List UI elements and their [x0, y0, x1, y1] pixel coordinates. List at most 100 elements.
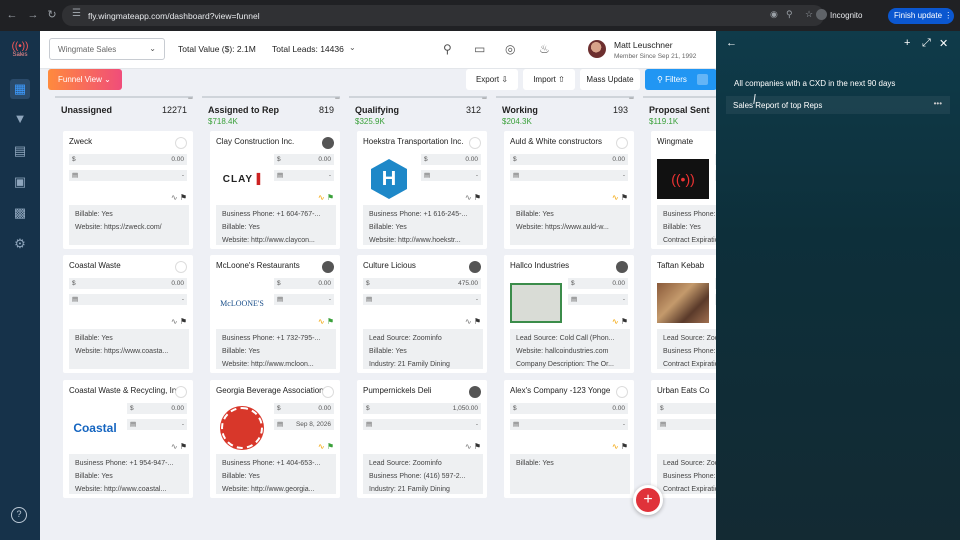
owner-avatar[interactable]: [469, 261, 481, 273]
lead-card[interactable]: Alex's Company -123 Yonge $0.00 ▤ - ∿ ⚑ Billa…: [504, 380, 634, 498]
more-options-icon[interactable]: •••: [934, 99, 942, 108]
lead-card[interactable]: Culture Licious $475.00 ▤ - ∿ ⚑ Lead Source: …: [357, 255, 487, 373]
activity-pulse-icon[interactable]: ∿: [612, 317, 619, 326]
export-button[interactable]: Export ⇩: [466, 69, 518, 90]
deal-value-field[interactable]: $0.00: [421, 154, 481, 165]
deal-value-field[interactable]: $: [657, 403, 716, 414]
saved-filter-item[interactable]: All companies with a CXD in the next 90 …: [734, 79, 895, 88]
deal-value-field[interactable]: $0.00: [69, 278, 187, 289]
lead-card[interactable]: Urban Eats Co$▤∿ ⚑Lead Source: ZocBusine…: [651, 380, 716, 498]
collapse-icon[interactable]: −: [188, 93, 193, 103]
close-date-field[interactable]: ▤: [657, 419, 716, 430]
bell-icon[interactable]: ♨: [539, 42, 550, 56]
close-date-field[interactable]: ▤ -: [69, 170, 187, 181]
flag-icon[interactable]: ⚑: [474, 317, 481, 326]
address-bar[interactable]: ☰ fly.wingmateapp.com/dashboard?view=fun…: [62, 5, 824, 26]
forward-icon[interactable]: →: [26, 8, 40, 22]
contacts-icon[interactable]: ▣: [10, 172, 30, 192]
activity-pulse-icon[interactable]: ∿: [465, 193, 472, 202]
pipeline-select[interactable]: Wingmate Sales ⌄: [49, 38, 165, 60]
flag-icon[interactable]: ⚑: [327, 442, 334, 451]
lead-card[interactable]: Auld & White constructors $0.00 ▤ - ∿ ⚑ Billa…: [504, 131, 634, 249]
import-button[interactable]: Import ⇧: [523, 69, 575, 90]
lead-card[interactable]: Zweck $0.00 ▤ - ∿ ⚑ Billable: Yes Website: htt…: [63, 131, 193, 249]
filters-button[interactable]: ⚲ Filters: [645, 69, 717, 90]
activity-pulse-icon[interactable]: ∿: [318, 193, 325, 202]
help-icon[interactable]: ?: [11, 507, 27, 523]
flag-icon[interactable]: ⚑: [621, 317, 628, 326]
unassigned-avatar-icon[interactable]: [322, 386, 334, 398]
trash-icon[interactable]: ▭: [474, 42, 485, 56]
close-date-field[interactable]: ▤ -: [363, 294, 481, 305]
target-icon[interactable]: ◎: [505, 42, 515, 56]
panel-expand-icon[interactable]: ⤢: [922, 37, 931, 50]
owner-avatar[interactable]: [322, 261, 334, 273]
sales-logo[interactable]: ((•)) Sales: [8, 41, 32, 63]
flag-icon[interactable]: ⚑: [621, 442, 628, 451]
close-date-field[interactable]: ▤ -: [363, 419, 481, 430]
filter-list-icon[interactable]: ▼: [10, 109, 30, 129]
panel-back-icon[interactable]: ←: [726, 37, 737, 49]
close-date-field[interactable]: ▤ -: [510, 170, 628, 181]
deal-value-field[interactable]: $0.00: [510, 403, 628, 414]
panel-add-icon[interactable]: +: [904, 37, 910, 49]
funnel-board-icon[interactable]: ▦: [10, 79, 30, 99]
activity-pulse-icon[interactable]: ∿: [612, 193, 619, 202]
flag-icon[interactable]: ⚑: [327, 317, 334, 326]
close-date-field[interactable]: ▤ -: [127, 419, 187, 430]
unassigned-avatar-icon[interactable]: [616, 137, 628, 149]
flag-icon[interactable]: ⚑: [474, 193, 481, 202]
deal-value-field[interactable]: $0.00: [274, 403, 334, 414]
search-icon[interactable]: ⚲: [443, 42, 452, 56]
deal-value-field[interactable]: $475.00: [363, 278, 481, 289]
deal-value-field[interactable]: $0.00: [510, 154, 628, 165]
close-date-field[interactable]: ▤ -: [421, 170, 481, 181]
user-avatar[interactable]: [588, 40, 606, 58]
close-date-field[interactable]: ▤ -: [568, 294, 628, 305]
site-info-icon[interactable]: ☰: [72, 8, 81, 19]
unassigned-avatar-icon[interactable]: [616, 386, 628, 398]
deal-value-field[interactable]: $1,050.00: [363, 403, 481, 414]
back-icon[interactable]: ←: [5, 8, 19, 22]
activity-pulse-icon[interactable]: ∿: [465, 317, 472, 326]
deal-value-field[interactable]: $0.00: [127, 403, 187, 414]
unassigned-avatar-icon[interactable]: [175, 137, 187, 149]
lead-card[interactable]: McLoone's Restaurants McLOONE'S $0.00 ▤ - ∿ ⚑…: [210, 255, 340, 373]
activity-pulse-icon[interactable]: ∿: [171, 193, 178, 202]
close-date-field[interactable]: ▤ -: [274, 294, 334, 305]
star-icon[interactable]: ☆: [805, 9, 813, 20]
close-date-field[interactable]: ▤ Sep 8, 2026: [274, 419, 334, 430]
lead-card[interactable]: Pumpernickels Deli $1,050.00 ▤ - ∿ ⚑ Lead Sou…: [357, 380, 487, 498]
collapse-icon[interactable]: −: [335, 93, 340, 103]
mass-update-button[interactable]: Mass Update: [580, 69, 640, 90]
owner-avatar[interactable]: [322, 137, 334, 149]
flag-icon[interactable]: ⚑: [180, 193, 187, 202]
calendar-icon[interactable]: ▤: [10, 141, 30, 161]
flag-icon[interactable]: ⚑: [180, 317, 187, 326]
unassigned-avatar-icon[interactable]: [469, 137, 481, 149]
funnel-view-button[interactable]: Funnel View ⌄: [48, 69, 122, 90]
settings-gear-icon[interactable]: ⚙: [10, 234, 30, 254]
activity-pulse-icon[interactable]: ∿: [465, 442, 472, 451]
lead-card[interactable]: Taftan Kebab$▤∿ ⚑Lead Source: ZocBusines…: [651, 255, 716, 373]
key-icon[interactable]: ⚲: [786, 9, 793, 20]
flag-icon[interactable]: ⚑: [474, 442, 481, 451]
flag-icon[interactable]: ⚑: [180, 442, 187, 451]
unassigned-avatar-icon[interactable]: [175, 386, 187, 398]
finish-update-button[interactable]: Finish update ⋮: [888, 8, 954, 24]
activity-pulse-icon[interactable]: ∿: [171, 442, 178, 451]
camera-off-icon[interactable]: ◉: [770, 9, 778, 20]
deal-value-field[interactable]: $0.00: [274, 278, 334, 289]
leads-chevron-down-icon[interactable]: ⌄: [349, 43, 356, 52]
collapse-icon[interactable]: −: [629, 93, 634, 103]
lead-card[interactable]: Coastal Waste $0.00 ▤ - ∿ ⚑ Billable: Yes Webs…: [63, 255, 193, 373]
deal-value-field[interactable]: $0.00: [69, 154, 187, 165]
flag-icon[interactable]: ⚑: [621, 193, 628, 202]
close-date-field[interactable]: ▤ -: [510, 419, 628, 430]
close-date-field[interactable]: ▤ -: [274, 170, 334, 181]
activity-pulse-icon[interactable]: ∿: [318, 442, 325, 451]
deal-value-field[interactable]: $0.00: [274, 154, 334, 165]
owner-avatar[interactable]: [616, 261, 628, 273]
lead-card[interactable]: Wingmate((•))$▤∿ ⚑Business Phone:Billabl…: [651, 131, 716, 249]
activity-pulse-icon[interactable]: ∿: [318, 317, 325, 326]
